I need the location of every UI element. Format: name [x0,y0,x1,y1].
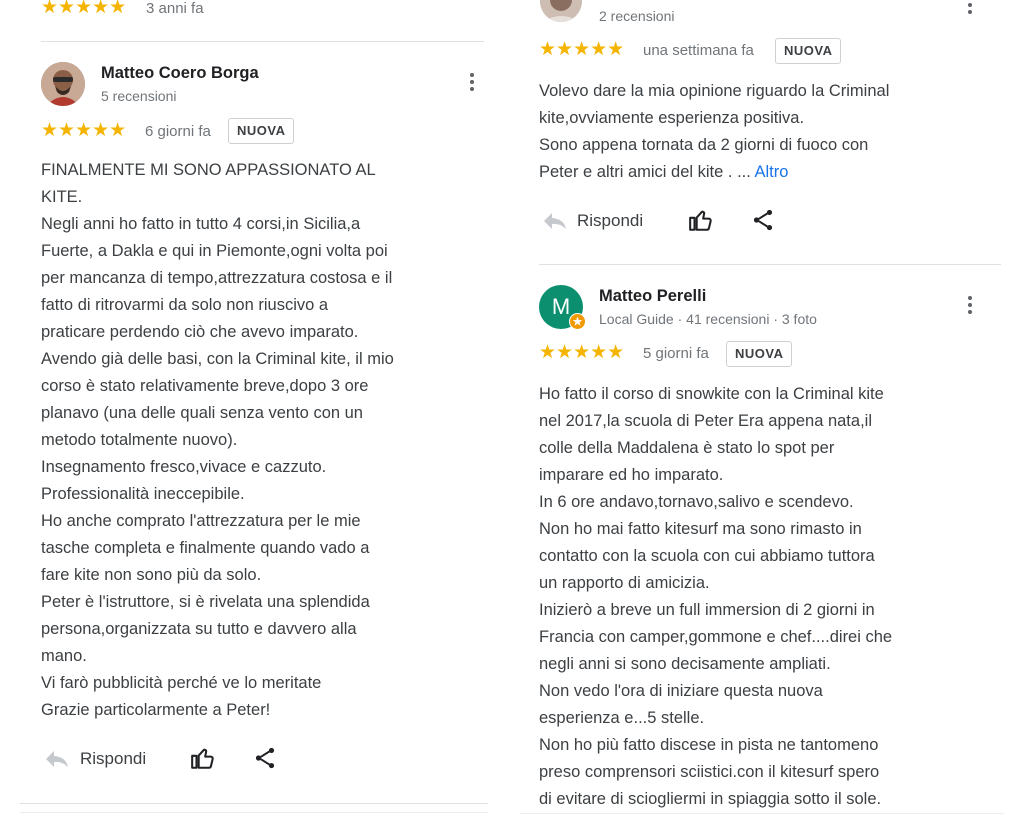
reviewer-avatar[interactable] [41,62,85,106]
reviewer-avatar[interactable] [540,0,582,22]
review-line: fare kite non sono più da solo. [41,566,262,584]
new-badge: NUOVA [775,38,842,64]
review-line: Peter è l'istruttore, si è rivelata una … [41,593,370,611]
review-stars: ★★★★★ [539,39,625,60]
review-line: Non vedo l'ora di iniziare questa nuova [539,682,823,700]
divider [41,41,484,42]
more-options-icon[interactable] [469,73,475,94]
divider [20,803,488,804]
review-line: fatto di ritrovarmi da solo non riuscivo… [41,296,329,314]
review-line: Sono appena tornata da 2 giorni di fuoco… [539,136,869,154]
local-guide-star-icon [569,313,586,330]
review-line: Ho anche comprato l'attrezzatura per le … [41,512,361,530]
review-line: per mancanza di tempo,attrezzatura costo… [41,269,393,287]
reply-arrow-icon[interactable] [44,748,70,770]
review-time: una settimana fa [643,42,754,59]
review-time: 5 giorni fa [643,345,709,362]
review-line: corso è stato relativamente breve,dopo 3… [41,377,369,395]
review-line: metodo totalmente nuovo). [41,431,238,449]
more-options-icon[interactable] [967,296,973,317]
review-line: Vi farò pubblicità perché ve lo meritate [41,674,322,692]
review-line: negli anni si sono decisamente ampliati. [539,655,831,673]
share-icon[interactable] [750,207,776,233]
review-line: Fuerte, a Dakla e qui in Piemonte,ogni v… [41,242,388,260]
thumbs-up-icon[interactable] [190,745,216,771]
review-line: Ho fatto il corso di snowkite con la Cri… [539,385,884,403]
review-line: un rapporto di amicizia. [539,574,710,592]
review-line: preso comprensori sciistici.con il kites… [539,763,880,781]
review-line: praticare perdendo ciò che avevo imparat… [41,323,359,341]
review-line: Professionalità ineccepibile. [41,485,245,503]
thumbs-up-icon[interactable] [688,207,714,233]
review-line: colle della Maddalena è stato lo spot pe… [539,439,835,457]
reply-arrow-icon[interactable] [542,210,568,232]
review-line: Francia con camper,gommone e chef....dir… [539,628,893,646]
review-line: tasche completa e finalmente quando vado… [41,539,370,557]
review-line: planavo (una delle quali senza vento con… [41,404,363,422]
review-line: Volevo dare la mia opinione riguardo la … [539,82,890,100]
reply-button[interactable]: Rispondi [577,211,643,231]
review-line: Negli anni ho fatto in tutto 4 corsi,in … [41,215,361,233]
review-line: Grazie particolarmente a Peter! [41,701,271,719]
review-line: Insegnamento fresco,vivace e cazzuto. [41,458,327,476]
review-line: mano. [41,647,87,665]
divider [520,813,1004,814]
review-time: 6 giorni fa [145,123,211,140]
reviewer-name[interactable]: Matteo Coero Borga [101,64,259,83]
right-review-column: 2 recensioni ★★★★★ una settimana fa NUOV… [520,0,1024,828]
review-line-text: Peter e altri amici del kite . ... [539,163,751,181]
review-line: Non ho più fatto discese in pista ne tan… [539,736,879,754]
review-line: nel 2017,la scuola di Peter Era appena n… [539,412,872,430]
review-line: esperienza e...5 stelle. [539,709,705,727]
avatar-photo [41,62,85,106]
review-text: FINALMENTE MI SONO APPASSIONATO AL KITE.… [41,157,491,724]
review-line: di evitare di sciogliermi in spiaggia so… [539,790,882,808]
avatar-photo [540,0,582,22]
reviewer-review-count: Local Guide · 41 recensioni · 3 foto [599,311,817,327]
new-badge: NUOVA [228,118,295,144]
review-text: Volevo dare la mia opinione riguardo la … [539,78,999,186]
review-line: Peter e altri amici del kite . ... Altro [539,159,999,186]
new-badge: NUOVA [726,341,793,367]
more-options-icon[interactable] [967,0,973,17]
share-icon[interactable] [252,745,278,771]
review-line: contatto con la scuola con cui abbiamo t… [539,547,875,565]
reviewer-review-count: 5 recensioni [101,88,177,104]
review-line: kite,ovviamente esperienza positiva. [539,109,805,127]
review-stars: ★★★★★ [41,120,127,141]
review-line: KITE. [41,188,83,206]
divider [20,812,488,813]
left-review-column: ★★★★★ 3 anni fa Matteo Coero Borga 5 rec… [0,0,512,828]
previous-review-time: 3 anni fa [146,0,204,17]
review-line: imparare ed ho imparato. [539,466,724,484]
read-more-link[interactable]: Altro [755,163,789,181]
reviewer-review-count: 2 recensioni [599,8,675,24]
review-stars: ★★★★★ [539,342,625,363]
review-line: Avendo già delle basi, con la Criminal k… [41,350,394,368]
review-text: Ho fatto il corso di snowkite con la Cri… [539,381,1009,813]
review-line: FINALMENTE MI SONO APPASSIONATO AL [41,161,376,179]
reviewer-name[interactable]: Matteo Perelli [599,287,706,306]
previous-review-stars: ★★★★★ [41,0,127,18]
divider [539,264,1001,265]
review-line: Non ho mai fatto kitesurf ma sono rimast… [539,520,862,538]
review-line: In 6 ore andavo,tornavo,salivo e scendev… [539,493,854,511]
reply-button[interactable]: Rispondi [80,749,146,769]
review-line: Inizierò a breve un full immersion di 2 … [539,601,875,619]
review-line: persona,organizzata su tutto e davvero a… [41,620,357,638]
